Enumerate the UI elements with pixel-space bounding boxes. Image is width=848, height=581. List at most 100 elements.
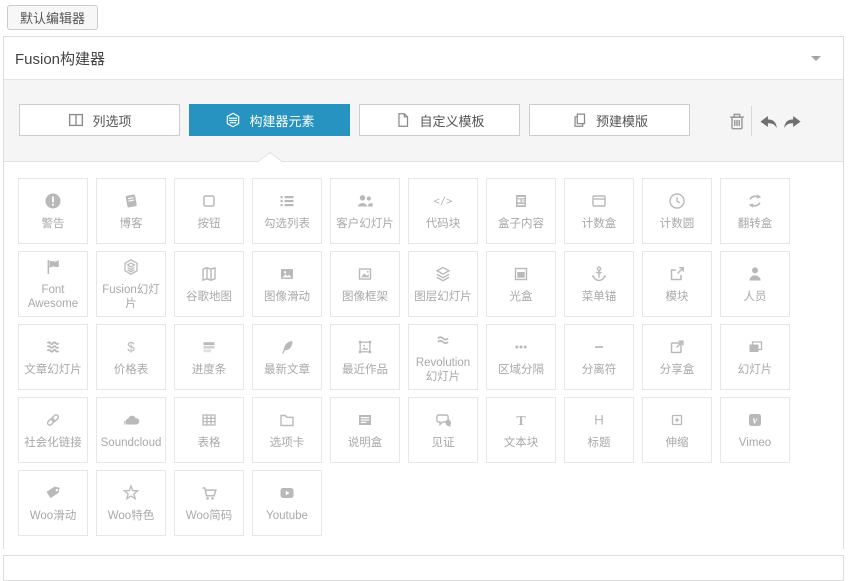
svg-text:T: T [516, 413, 526, 428]
element-item[interactable]: 计数圆 [642, 178, 712, 244]
newspaper-icon [511, 191, 531, 211]
redo-icon[interactable] [781, 111, 803, 133]
element-label: 光盒 [509, 290, 533, 303]
fusion-cube-icon [121, 257, 141, 277]
element-label: Font Awesome [27, 283, 79, 310]
book-icon [121, 191, 141, 211]
share-box-icon [667, 337, 687, 357]
svg-text:H: H [594, 412, 604, 427]
element-item[interactable]: Fusion幻灯片 [96, 251, 166, 317]
tab-column-options[interactable]: 列选项 [19, 104, 180, 136]
tab-custom-templates[interactable]: 自定义模板 [359, 104, 520, 136]
element-label: 图像框架 [342, 290, 388, 303]
element-item[interactable]: 按钮 [174, 178, 244, 244]
dollar-icon: $ [121, 337, 141, 357]
element-item[interactable]: 客户幻灯片 [330, 178, 400, 244]
letter-t-icon: T [511, 410, 531, 430]
comments-icon [433, 410, 453, 430]
element-label: 最新文章 [264, 363, 310, 376]
element-item[interactable]: T 文本块 [486, 397, 556, 463]
element-item[interactable]: 伸缩 [642, 397, 712, 463]
element-label: Vimeo [738, 436, 772, 449]
element-label: 选项卡 [269, 436, 305, 449]
element-item[interactable]: 盒子内容 [486, 178, 556, 244]
progress-bars-icon [199, 337, 219, 357]
svg-text:v: v [753, 415, 758, 426]
element-item[interactable]: </> 代码块 [408, 178, 478, 244]
element-item[interactable]: H 标题 [564, 397, 634, 463]
element-item[interactable]: 图像滑动 [252, 251, 322, 317]
element-item[interactable]: 社会化链接 [18, 397, 88, 463]
element-item[interactable]: 幻灯片 [720, 324, 790, 390]
builder-tabs: 列选项 构建器元素 自定义模板 预建模版 [19, 104, 690, 136]
element-item[interactable]: Revolution幻灯片 [408, 324, 478, 390]
element-label: 警告 [41, 217, 65, 230]
element-label: 社会化链接 [24, 436, 82, 449]
element-label: 客户幻灯片 [336, 217, 394, 230]
element-item[interactable]: Woo简码 [174, 470, 244, 536]
element-item[interactable]: v Vimeo [720, 397, 790, 463]
builder-header[interactable]: Fusion构建器 [4, 37, 843, 80]
clock-icon [667, 191, 687, 211]
tab-prebuilt-templates[interactable]: 预建模版 [529, 104, 690, 136]
default-editor-button[interactable]: 默认编辑器 [7, 5, 99, 30]
element-label: 谷歌地图 [186, 290, 232, 303]
element-item[interactable]: 人员 [720, 251, 790, 317]
element-item[interactable]: 说明盒 [330, 397, 400, 463]
element-item[interactable]: Woo特色 [96, 470, 166, 536]
element-label: 分离符 [581, 363, 617, 376]
element-item[interactable]: 进度条 [174, 324, 244, 390]
element-label: 模块 [665, 290, 689, 303]
element-label: Soundcloud [100, 436, 162, 449]
columns-icon [67, 111, 85, 129]
element-item[interactable]: 翻转盒 [720, 178, 790, 244]
element-item[interactable]: $ 价格表 [96, 324, 166, 390]
tab-builder-elements[interactable]: 构建器元素 [189, 104, 350, 136]
element-item[interactable]: 文章幻灯片 [18, 324, 88, 390]
element-item[interactable]: 勾选列表 [252, 178, 322, 244]
element-item[interactable]: 警告 [18, 178, 88, 244]
element-item[interactable]: 选项卡 [252, 397, 322, 463]
element-label: Woo特色 [107, 509, 155, 522]
element-item[interactable]: 计数盒 [564, 178, 634, 244]
element-label: 表格 [197, 436, 221, 449]
element-item[interactable]: 博客 [96, 178, 166, 244]
element-item[interactable]: 最近作品 [330, 324, 400, 390]
element-item[interactable]: 表格 [174, 397, 244, 463]
waves-stack-icon [43, 337, 63, 357]
element-label: 幻灯片 [737, 363, 773, 376]
cloud-icon [121, 410, 141, 430]
feather-icon [277, 337, 297, 357]
letter-h-icon: H [589, 410, 609, 430]
element-item[interactable]: 菜单锚 [564, 251, 634, 317]
element-item[interactable]: 分享盒 [642, 324, 712, 390]
tab-label: 自定义模板 [419, 113, 485, 129]
element-item[interactable]: 光盒 [486, 251, 556, 317]
element-label: 按钮 [197, 217, 221, 230]
ellipsis-icon [511, 337, 531, 357]
element-item[interactable]: Youtube [252, 470, 322, 536]
undo-icon[interactable] [758, 111, 780, 133]
element-item[interactable]: 分离符 [564, 324, 634, 390]
element-item[interactable]: 图像框架 [330, 251, 400, 317]
element-item[interactable]: 模块 [642, 251, 712, 317]
fusion-builder-panel: Fusion构建器 列选项 构建器元素 自定义模板 预建模版 警告 博客 按钮 勾选列表 客户… [3, 36, 844, 549]
element-item[interactable]: Soundcloud [96, 397, 166, 463]
builder-content-area [3, 555, 844, 581]
element-item[interactable]: Woo滑动 [18, 470, 88, 536]
element-item[interactable]: 见证 [408, 397, 478, 463]
element-label: 盒子内容 [498, 217, 544, 230]
element-icon [224, 111, 242, 129]
element-label: 分享盒 [659, 363, 695, 376]
copy-icon [571, 111, 589, 129]
element-item[interactable]: Font Awesome [18, 251, 88, 317]
element-item[interactable]: 谷歌地图 [174, 251, 244, 317]
element-label: 伸缩 [665, 436, 689, 449]
trash-icon[interactable] [726, 110, 748, 132]
element-item[interactable]: 区域分隔 [486, 324, 556, 390]
element-item[interactable]: 最新文章 [252, 324, 322, 390]
element-item[interactable]: 图层幻灯片 [408, 251, 478, 317]
framed-image-icon [355, 337, 375, 357]
chevron-down-icon[interactable] [811, 56, 821, 61]
element-label: 代码块 [425, 217, 461, 230]
